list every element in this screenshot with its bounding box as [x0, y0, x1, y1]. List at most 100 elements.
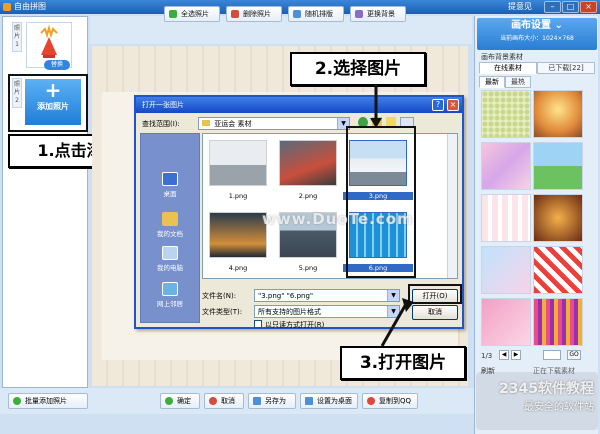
set-desktop-label: 设置为桌面: [317, 397, 352, 405]
save-as-label: 另存为: [265, 397, 286, 405]
background-icon: [355, 10, 363, 18]
next-page-button[interactable]: ▶: [511, 350, 521, 360]
file-5-name[interactable]: 5.png: [273, 264, 343, 272]
copy-to-qq-button[interactable]: 复制到QQ: [362, 393, 418, 409]
ok-button[interactable]: 确定: [160, 393, 200, 409]
save-as-button[interactable]: 另存为: [248, 393, 296, 409]
canvas-settings-header[interactable]: 画布设置 ⌄ 当前画布大小：1024×768: [477, 18, 597, 50]
place-network[interactable]: 网上邻居: [141, 278, 199, 318]
corner-watermark: 2345软件教程 最安全的软件站: [476, 372, 598, 430]
random-layout-button[interactable]: 随机排版: [288, 6, 344, 22]
place-my-computer-label: 我的电脑: [157, 264, 183, 272]
photo-list-panel: [2, 16, 88, 388]
file-1-name[interactable]: 1.png: [203, 192, 273, 200]
random-layout-label: 随机排版: [305, 10, 333, 18]
step1-highlight-frame: [8, 74, 88, 132]
change-background-label: 更换背景: [367, 10, 395, 18]
readonly-checkbox[interactable]: [254, 320, 262, 328]
delete-label: 删除照片: [243, 10, 271, 18]
page-number-input[interactable]: [543, 350, 561, 360]
dialog-cancel-button[interactable]: 取消: [412, 305, 458, 320]
minimize-button[interactable]: –: [544, 1, 561, 13]
chevron-down-icon: ⌄: [554, 20, 563, 31]
check-icon: [169, 10, 177, 18]
prev-page-button[interactable]: ◀: [499, 350, 509, 360]
bg-thumb-1[interactable]: [481, 90, 531, 138]
cancel-icon: [209, 397, 217, 405]
app-icon: [3, 3, 11, 11]
select-all-button[interactable]: 全选照片: [164, 6, 220, 22]
step2-callout: 2.选择图片: [290, 52, 426, 86]
desktop-icon: [162, 172, 178, 186]
place-my-documents-label: 我的文档: [157, 230, 183, 238]
tab-downloaded[interactable]: 已下载[22]: [537, 62, 595, 74]
tab-online-label: 在线素材: [494, 64, 522, 72]
window-title: 自由拼图: [14, 2, 46, 11]
places-bar: 桌面 我的文档 我的电脑 网上邻居: [140, 133, 200, 323]
tab-online-materials[interactable]: 在线素材: [479, 62, 537, 74]
copy-to-qq-label: 复制到QQ: [379, 397, 412, 405]
place-desktop[interactable]: 桌面: [141, 168, 199, 208]
go-label: GO: [569, 351, 579, 358]
filetype-label: 文件类型(T):: [202, 308, 243, 316]
bg-thumb-8[interactable]: [533, 246, 583, 294]
select-all-label: 全选照片: [181, 10, 209, 18]
bg-thumb-2[interactable]: [533, 90, 583, 138]
ok-label: 确定: [177, 397, 191, 405]
dialog-close-button[interactable]: ×: [447, 99, 459, 111]
network-icon: [162, 282, 178, 296]
delete-photo-button[interactable]: 删除照片: [226, 6, 282, 22]
batch-add-label: 批量添加照片: [25, 397, 67, 405]
place-desktop-label: 桌面: [163, 190, 177, 198]
tab-photo-1[interactable]: 照片1: [12, 22, 22, 52]
canvas-settings-title-text: 画布设置: [511, 20, 552, 31]
delete-icon: [231, 10, 239, 18]
bg-section-title: 画布背景素材: [481, 53, 523, 61]
look-in-dropdown[interactable]: 亚运会 素材 ▼: [198, 117, 350, 130]
bg-thumb-7[interactable]: [481, 246, 531, 294]
dialog-help-button[interactable]: ?: [432, 99, 444, 111]
place-my-computer[interactable]: 我的电脑: [141, 242, 199, 282]
save-icon: [253, 397, 261, 405]
file-4-name[interactable]: 4.png: [203, 264, 273, 272]
status-bar: [0, 414, 474, 434]
corner-watermark-text: 2345软件教程: [499, 381, 594, 397]
go-button[interactable]: GO: [567, 350, 581, 360]
maximize-button[interactable]: □: [562, 1, 579, 13]
bg-thumb-4[interactable]: [533, 142, 583, 190]
folder-icon: [202, 120, 210, 126]
file-2-thumbnail[interactable]: [279, 140, 337, 186]
step3-arrow: [380, 298, 414, 347]
layout-icon: [293, 10, 301, 18]
file-4-thumbnail[interactable]: [209, 212, 267, 258]
set-desktop-button[interactable]: 设置为桌面: [300, 393, 358, 409]
canvas-settings-title: 画布设置 ⌄: [477, 18, 597, 34]
bg-thumb-6[interactable]: [533, 194, 583, 242]
subtab-hottest[interactable]: 最热: [505, 76, 531, 88]
look-in-label: 查找范围(I):: [142, 120, 180, 128]
close-button[interactable]: ×: [580, 1, 597, 13]
file-1-thumbnail[interactable]: [209, 140, 267, 186]
subtab-newest[interactable]: 最新: [479, 76, 505, 88]
feedback-link[interactable]: 提意见: [500, 0, 540, 14]
replace-badge[interactable]: 替换: [44, 60, 70, 70]
file-list-scrollbar[interactable]: [447, 134, 457, 278]
bg-thumb-5[interactable]: [481, 194, 531, 242]
watermark-center: www.DuoTe.com: [262, 210, 414, 228]
step3-callout-text: 3.打开图片: [359, 353, 447, 373]
monitor-icon: [305, 397, 313, 405]
open-button-frame: [408, 284, 462, 304]
bg-thumb-10[interactable]: [533, 298, 583, 346]
cancel-button[interactable]: 取消: [204, 393, 244, 409]
batch-add-button[interactable]: 批量添加照片: [8, 393, 88, 409]
file-2-name[interactable]: 2.png: [273, 192, 343, 200]
bg-thumb-9[interactable]: [481, 298, 531, 346]
change-background-button[interactable]: 更换背景: [350, 6, 406, 22]
dialog-title: 打开一张图片: [142, 101, 184, 109]
filename-label: 文件名(N):: [202, 292, 237, 300]
page-indicator: 1/3: [481, 352, 493, 360]
replace-label: 替换: [50, 61, 63, 68]
step2-callout-text: 2.选择图片: [314, 59, 402, 79]
bg-thumb-3[interactable]: [481, 142, 531, 190]
corner-watermark-subtext: 最安全的软件站: [524, 402, 594, 413]
